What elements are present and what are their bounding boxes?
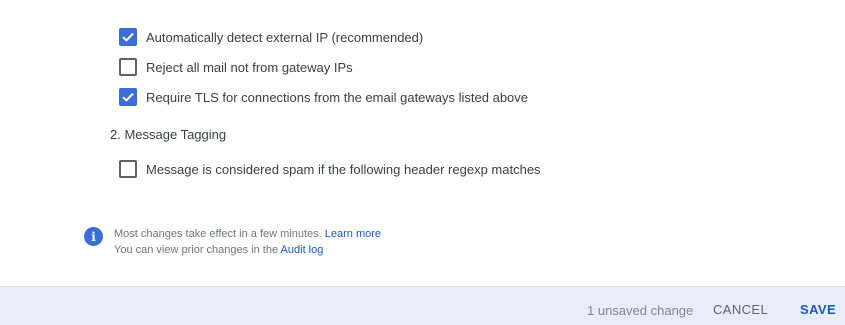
auto-detect-ip-row[interactable]: Automatically detect external IP (recomm…	[119, 28, 423, 46]
section-title-message-tagging: 2. Message Tagging	[110, 127, 227, 142]
save-button[interactable]: SAVE	[800, 302, 836, 317]
checkmark-icon	[122, 32, 134, 42]
reject-non-gateway-checkbox[interactable]	[119, 58, 137, 76]
learn-more-link[interactable]: Learn more	[325, 228, 381, 240]
cancel-button[interactable]: CANCEL	[713, 302, 768, 317]
require-tls-checkbox[interactable]	[119, 88, 137, 106]
info-line-1: Most changes take effect in a few minute…	[114, 226, 381, 242]
info-notice: i Most changes take effect in a few minu…	[84, 226, 381, 258]
save-bar: 1 unsaved change CANCEL SAVE	[0, 286, 845, 325]
auto-detect-ip-checkbox[interactable]	[119, 28, 137, 46]
reject-non-gateway-row[interactable]: Reject all mail not from gateway IPs	[119, 58, 353, 76]
auto-detect-ip-label: Automatically detect external IP (recomm…	[146, 29, 424, 45]
require-tls-label: Require TLS for connections from the ema…	[146, 89, 529, 105]
info-line-2: You can view prior changes in the Audit …	[114, 242, 381, 258]
settings-panel: Automatically detect external IP (recomm…	[0, 0, 845, 325]
audit-log-link[interactable]: Audit log	[281, 244, 324, 256]
spam-header-regexp-checkbox[interactable]	[119, 160, 137, 178]
info-line-2-text: You can view prior changes in the	[114, 244, 279, 256]
reject-non-gateway-label: Reject all mail not from gateway IPs	[146, 59, 353, 75]
info-text: Most changes take effect in a few minute…	[114, 226, 381, 258]
info-icon: i	[84, 227, 103, 246]
checkmark-icon	[122, 92, 134, 102]
require-tls-row[interactable]: Require TLS for connections from the ema…	[119, 88, 528, 106]
info-line-1-text: Most changes take effect in a few minute…	[114, 228, 322, 240]
spam-header-regexp-label: Message is considered spam if the follow…	[146, 161, 541, 177]
unsaved-status: 1 unsaved change	[587, 303, 694, 318]
spam-header-regexp-row[interactable]: Message is considered spam if the follow…	[119, 160, 541, 178]
